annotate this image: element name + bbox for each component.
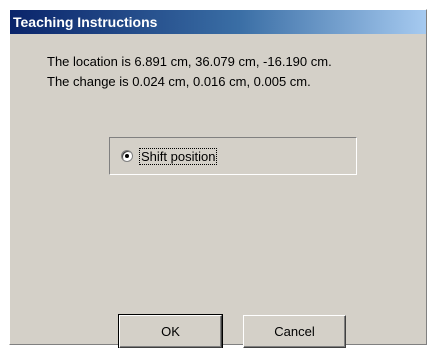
window-title: Teaching Instructions	[13, 14, 158, 30]
option-group: Shift position	[109, 137, 357, 175]
shift-position-radio-option[interactable]: Shift position	[121, 147, 218, 165]
shift-position-label[interactable]: Shift position	[138, 147, 218, 165]
radio-selected-dot-icon	[125, 154, 129, 158]
radio-button[interactable]	[121, 150, 133, 162]
ok-button[interactable]: OK	[118, 314, 223, 348]
cancel-button[interactable]: Cancel	[243, 315, 346, 348]
title-bar[interactable]: Teaching Instructions	[10, 10, 426, 34]
dialog-window: Teaching Instructions The location is 6.…	[9, 9, 427, 348]
location-text: The location is 6.891 cm, 36.079 cm, -16…	[47, 54, 332, 69]
change-text: The change is 0.024 cm, 0.016 cm, 0.005 …	[47, 74, 311, 89]
